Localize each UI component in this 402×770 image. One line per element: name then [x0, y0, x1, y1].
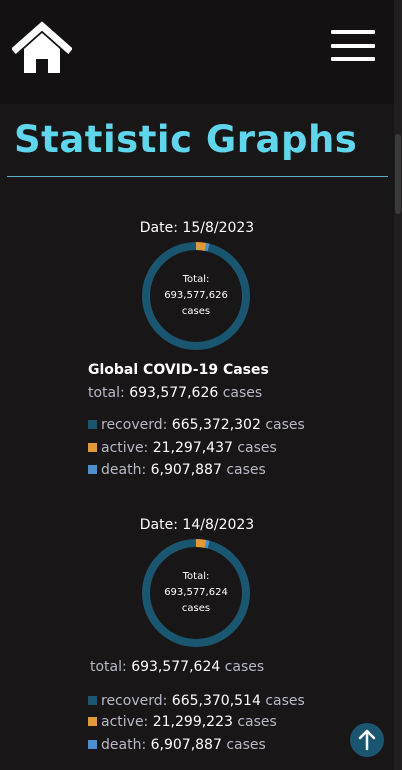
legend-unit: cases: [226, 737, 266, 753]
legend-label: active:: [101, 714, 149, 730]
total-cases-line: total: 693,577,626 cases: [88, 385, 262, 401]
total-value: 693,577,624: [131, 659, 221, 675]
death-swatch-icon: [88, 740, 97, 749]
legend-value: 665,370,514: [171, 693, 261, 709]
donut-total-label: Total: 693,577,624 cases: [141, 569, 251, 617]
legend-value: 21,297,437: [152, 440, 233, 456]
total-value: 693,577,626: [129, 385, 219, 401]
legend-unit: cases: [237, 714, 277, 730]
total-cases-line: total: 693,577,624 cases: [90, 659, 264, 675]
active-swatch-icon: [88, 443, 97, 452]
donut-total-value: 693,577,626: [164, 290, 228, 301]
donut-total-unit: cases: [181, 306, 211, 317]
total-label: total:: [90, 659, 127, 675]
legend-unit: cases: [237, 440, 277, 456]
donut-total-value: 693,577,624: [164, 587, 228, 598]
total-unit: cases: [224, 659, 265, 675]
page-title: Statistic Graphs: [14, 118, 358, 161]
report-date: Date: 15/8/2023: [139, 220, 255, 236]
donut-total-caption: Total:: [182, 571, 210, 582]
death-swatch-icon: [88, 465, 97, 474]
legend-unit: cases: [226, 462, 266, 478]
donut-total-caption: Total:: [182, 274, 210, 285]
legend-label: active:: [101, 440, 149, 456]
legend-unit: cases: [265, 417, 305, 433]
donut-total-label: Total: 693,577,626 cases: [141, 272, 251, 320]
legend-active: active: 21,299,223 cases: [88, 714, 277, 730]
legend-label: death:: [101, 737, 147, 753]
legend-value: 6,907,887: [150, 462, 222, 478]
donut-total-unit: cases: [181, 603, 211, 614]
legend-recovered: recoverd: 665,372,302 cases: [88, 417, 305, 433]
legend-death: death: 6,907,887 cases: [88, 462, 266, 478]
scrollbar-thumb[interactable]: [395, 134, 401, 214]
legend-label: death:: [101, 462, 147, 478]
report-date: Date: 14/8/2023: [139, 517, 255, 533]
legend-value: 6,907,887: [150, 737, 222, 753]
scroll-to-top-button[interactable]: [350, 723, 384, 757]
home-icon[interactable]: [11, 21, 73, 77]
legend-value: 665,372,302: [171, 417, 261, 433]
active-swatch-icon: [88, 717, 97, 726]
recovered-swatch-icon: [88, 696, 97, 705]
hamburger-menu-icon[interactable]: [331, 30, 375, 62]
total-label: total:: [88, 385, 125, 401]
legend-death: death: 6,907,887 cases: [88, 737, 266, 753]
legend-recovered: recoverd: 665,370,514 cases: [88, 693, 305, 709]
legend-label: recoverd:: [101, 417, 168, 433]
title-divider: [7, 176, 388, 177]
arrow-up-icon: [358, 729, 376, 751]
chart-heading: Global COVID-19 Cases: [88, 362, 269, 378]
scrollbar-track[interactable]: [394, 0, 402, 770]
legend-active: active: 21,297,437 cases: [88, 440, 277, 456]
legend-value: 21,299,223: [152, 714, 233, 730]
legend-label: recoverd:: [101, 693, 168, 709]
recovered-swatch-icon: [88, 420, 97, 429]
legend-unit: cases: [265, 693, 305, 709]
total-unit: cases: [222, 385, 263, 401]
